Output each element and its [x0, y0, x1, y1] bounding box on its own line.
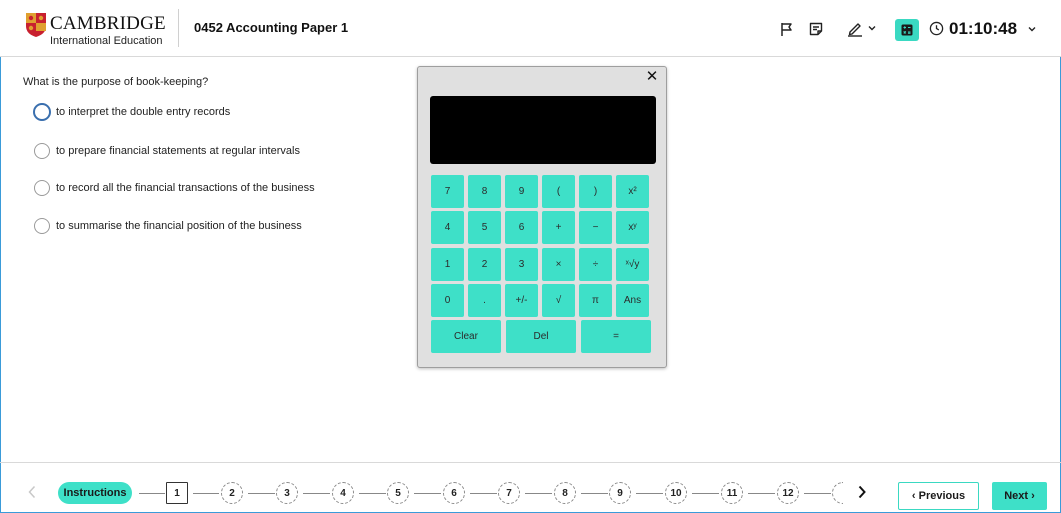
- question-nav-9[interactable]: 9: [609, 482, 631, 504]
- calc-key-minus[interactable]: −: [579, 211, 612, 244]
- option-label: to interpret the double entry records: [56, 106, 231, 118]
- crest-icon: [26, 13, 46, 37]
- instructions-button[interactable]: Instructions: [58, 482, 132, 504]
- calc-key-1[interactable]: 1: [431, 248, 464, 281]
- question-nav-2[interactable]: 2: [221, 482, 243, 504]
- nav-connector: [804, 493, 831, 494]
- radio-button[interactable]: [34, 180, 50, 196]
- cambridge-logo: CAMBRIDGE International Education: [25, 12, 180, 48]
- question-nav-4[interactable]: 4: [332, 482, 354, 504]
- nav-connector: [248, 493, 275, 494]
- nav-connector: [414, 493, 441, 494]
- calculator-display: [430, 96, 656, 164]
- calc-key-dot[interactable]: .: [468, 284, 501, 317]
- radio-button[interactable]: [33, 103, 51, 121]
- chevron-left-icon[interactable]: [27, 485, 37, 499]
- calc-key-sqrt[interactable]: √: [542, 284, 575, 317]
- nav-connector: [581, 493, 608, 494]
- chevron-down-icon[interactable]: [867, 23, 877, 33]
- close-icon[interactable]: ✕: [644, 69, 660, 85]
- header-divider: [178, 9, 179, 47]
- calc-key-pi[interactable]: π: [579, 284, 612, 317]
- option-label: to prepare financial statements at regul…: [56, 145, 300, 157]
- nav-connector: [139, 493, 165, 494]
- paper-title: 0452 Accounting Paper 1: [194, 20, 349, 35]
- timer-value: 01:10:48: [949, 19, 1018, 38]
- question-nav-7[interactable]: 7: [498, 482, 520, 504]
- nav-connector: [525, 493, 552, 494]
- calc-key-9[interactable]: 9: [505, 175, 538, 208]
- question-nav-11[interactable]: 11: [721, 482, 743, 504]
- radio-button[interactable]: [34, 218, 50, 234]
- calc-key-rparen[interactable]: ): [579, 175, 612, 208]
- calc-key-ans[interactable]: Ans: [616, 284, 649, 317]
- calc-key-square[interactable]: x²: [616, 175, 649, 208]
- question-navigation-bar: Instructions 1 2 3 4 5 6 7 8 9 10 11 12 …: [0, 462, 1061, 513]
- question-nav-6[interactable]: 6: [443, 482, 465, 504]
- question-nav-12[interactable]: 12: [777, 482, 799, 504]
- calc-key-root[interactable]: ˣ√y: [616, 248, 649, 281]
- pen-icon[interactable]: [846, 21, 864, 37]
- nav-connector: [359, 493, 386, 494]
- calc-key-8[interactable]: 8: [468, 175, 501, 208]
- calc-key-2[interactable]: 2: [468, 248, 501, 281]
- calc-key-5[interactable]: 5: [468, 211, 501, 244]
- calc-key-divide[interactable]: ÷: [579, 248, 612, 281]
- calc-key-plus[interactable]: +: [542, 211, 575, 244]
- flag-icon[interactable]: [779, 21, 795, 37]
- calc-key-sign[interactable]: +/-: [505, 284, 538, 317]
- radio-button[interactable]: [34, 143, 50, 159]
- nav-connector: [636, 493, 663, 494]
- nav-connector: [470, 493, 497, 494]
- question-nav-8[interactable]: 8: [554, 482, 576, 504]
- calculator-icon: [901, 24, 913, 36]
- question-nav-partial[interactable]: [832, 482, 843, 504]
- option-label: to record all the financial transactions…: [56, 182, 315, 194]
- nav-connector: [193, 493, 219, 494]
- calc-key-4[interactable]: 4: [431, 211, 464, 244]
- chevron-right-icon[interactable]: [857, 485, 867, 499]
- calculator-panel[interactable]: ✕ 7 8 9 ( ) x² 4 5 6 + − xʸ 1 2 3 × ÷ ˣ√…: [417, 66, 667, 368]
- notes-icon[interactable]: [808, 21, 824, 37]
- question-nav-5[interactable]: 5: [387, 482, 409, 504]
- option-label: to summarise the financial position of t…: [56, 220, 302, 232]
- calc-delete-button[interactable]: Del: [506, 320, 576, 353]
- header: CAMBRIDGE International Education 0452 A…: [0, 0, 1061, 57]
- calc-key-power[interactable]: xʸ: [616, 211, 649, 244]
- logo-subtitle: International Education: [50, 35, 163, 47]
- calc-key-lparen[interactable]: (: [542, 175, 575, 208]
- calc-key-6[interactable]: 6: [505, 211, 538, 244]
- nav-connector: [692, 493, 719, 494]
- calculator-toggle-button[interactable]: [895, 19, 919, 41]
- calc-key-7[interactable]: 7: [431, 175, 464, 208]
- nav-connector: [748, 493, 775, 494]
- question-text: What is the purpose of book-keeping?: [23, 76, 209, 88]
- calc-clear-button[interactable]: Clear: [431, 320, 501, 353]
- calc-equals-button[interactable]: =: [581, 320, 651, 353]
- calc-key-times[interactable]: ×: [542, 248, 575, 281]
- clock-icon: [929, 21, 944, 36]
- next-button[interactable]: Next ›: [992, 482, 1047, 510]
- calc-key-0[interactable]: 0: [431, 284, 464, 317]
- logo-name: CAMBRIDGE: [50, 13, 166, 34]
- chevron-down-icon[interactable]: [1027, 24, 1037, 34]
- question-nav-1[interactable]: 1: [166, 482, 188, 504]
- question-nav-10[interactable]: 10: [665, 482, 687, 504]
- previous-button[interactable]: ‹ Previous: [898, 482, 979, 510]
- nav-connector: [303, 493, 330, 494]
- question-nav-3[interactable]: 3: [276, 482, 298, 504]
- calc-key-3[interactable]: 3: [505, 248, 538, 281]
